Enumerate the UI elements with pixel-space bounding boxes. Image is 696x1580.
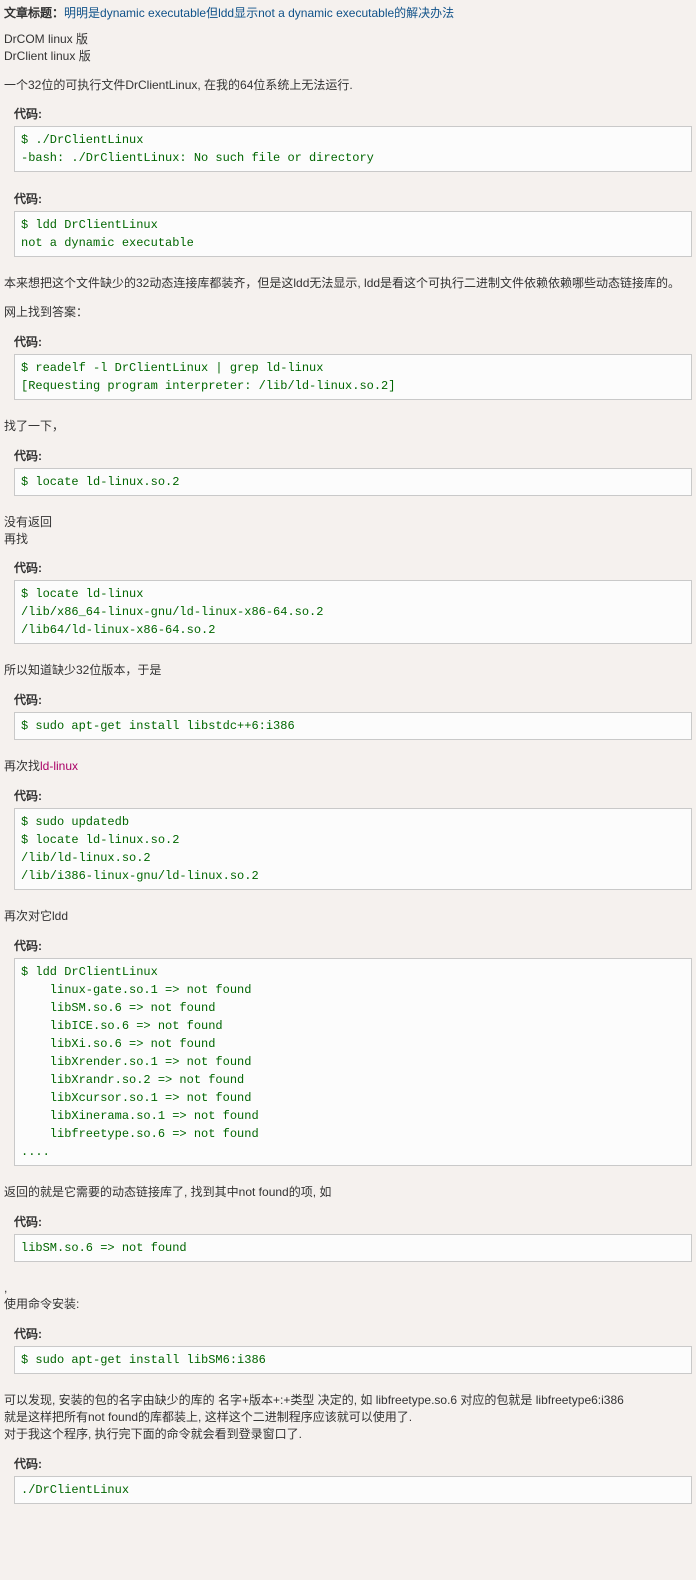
code-label: 代码:	[14, 105, 692, 122]
code-label: 代码:	[14, 787, 692, 804]
code-content: $ ldd DrClientLinux linux-gate.so.1 => n…	[14, 958, 692, 1166]
code-content: $ ./DrClientLinux -bash: ./DrClientLinux…	[14, 126, 692, 172]
title-label: 文章标题：	[4, 6, 64, 20]
code-content: $ sudo apt-get install libstdc++6:i386	[14, 712, 692, 740]
code-label: 代码:	[14, 447, 692, 464]
intro-paragraph: DrCOM linux 版 DrClient linux 版	[4, 31, 692, 65]
text-line: 没有返回	[4, 515, 52, 529]
paragraph: 再次对它ldd	[4, 908, 692, 925]
paragraph: 返回的就是它需要的动态链接库了, 找到其中not found的项, 如	[4, 1184, 692, 1201]
code-block: 代码: $ locate ld-linux /lib/x86_64-linux-…	[4, 559, 692, 644]
code-block: 代码: $ ./DrClientLinux -bash: ./DrClientL…	[4, 105, 692, 172]
code-content: $ sudo apt-get install libSM6:i386	[14, 1346, 692, 1374]
paragraph: 本来想把这个文件缺少的32动态连接库都装齐，但是这ldd无法显示, ldd是看这…	[4, 275, 692, 292]
code-block: 代码: libSM.so.6 => not found	[4, 1213, 692, 1262]
code-block: 代码: $ ldd DrClientLinux not a dynamic ex…	[4, 190, 692, 257]
text-span: 再次找	[4, 759, 40, 773]
text-line: DrCOM linux 版	[4, 32, 88, 46]
code-label: 代码:	[14, 1325, 692, 1342]
text-line: 就是这样把所有not found的库都装上, 这样这个二进制程序应该就可以使用了…	[4, 1410, 412, 1424]
code-content: ./DrClientLinux	[14, 1476, 692, 1504]
code-block: 代码: ./DrClientLinux	[4, 1455, 692, 1504]
code-block: 代码: $ sudo updatedb $ locate ld-linux.so…	[4, 787, 692, 890]
paragraph: 再次找ld-linux	[4, 758, 692, 775]
code-label: 代码:	[14, 937, 692, 954]
code-block: 代码: $ sudo apt-get install libstdc++6:i3…	[4, 691, 692, 740]
paragraph: 一个32位的可执行文件DrClientLinux, 在我的64位系统上无法运行.	[4, 77, 692, 94]
paragraph: , 使用命令安装:	[4, 1280, 692, 1314]
text-line: DrClient linux 版	[4, 49, 91, 63]
code-content: $ sudo updatedb $ locate ld-linux.so.2 /…	[14, 808, 692, 890]
paragraph: 找了一下，	[4, 418, 692, 435]
code-label: 代码:	[14, 1455, 692, 1472]
code-content: $ locate ld-linux.so.2	[14, 468, 692, 496]
code-block: 代码: $ ldd DrClientLinux linux-gate.so.1 …	[4, 937, 692, 1166]
paragraph: 没有返回 再找	[4, 514, 692, 548]
code-block: 代码: $ sudo apt-get install libSM6:i386	[4, 1325, 692, 1374]
paragraph: 所以知道缺少32位版本，于是	[4, 662, 692, 679]
text-line: 再找	[4, 532, 28, 546]
code-content: libSM.so.6 => not found	[14, 1234, 692, 1262]
code-label: 代码:	[14, 559, 692, 576]
code-block: 代码: $ readelf -l DrClientLinux | grep ld…	[4, 333, 692, 400]
code-label: 代码:	[14, 691, 692, 708]
code-block: 代码: $ locate ld-linux.so.2	[4, 447, 692, 496]
code-label: 代码:	[14, 333, 692, 350]
text-line: ,	[4, 1281, 7, 1295]
paragraph: 网上找到答案：	[4, 304, 692, 321]
code-label: 代码:	[14, 190, 692, 207]
code-content: $ ldd DrClientLinux not a dynamic execut…	[14, 211, 692, 257]
code-content: $ locate ld-linux /lib/x86_64-linux-gnu/…	[14, 580, 692, 644]
title-text: 明明是dynamic executable但ldd显示not a dynamic…	[64, 6, 454, 20]
text-line: 对于我这个程序, 执行完下面的命令就会看到登录窗口了.	[4, 1427, 302, 1441]
code-label: 代码:	[14, 1213, 692, 1230]
paragraph: 可以发现, 安装的包的名字由缺少的库的 名字+版本+:+类型 决定的, 如 li…	[4, 1392, 692, 1442]
text-line: 可以发现, 安装的包的名字由缺少的库的 名字+版本+:+类型 决定的, 如 li…	[4, 1393, 624, 1407]
text-line: 使用命令安装:	[4, 1297, 79, 1311]
article-title-row: 文章标题：明明是dynamic executable但ldd显示not a dy…	[4, 4, 692, 21]
link-text[interactable]: ld-linux	[40, 759, 78, 773]
code-content: $ readelf -l DrClientLinux | grep ld-lin…	[14, 354, 692, 400]
